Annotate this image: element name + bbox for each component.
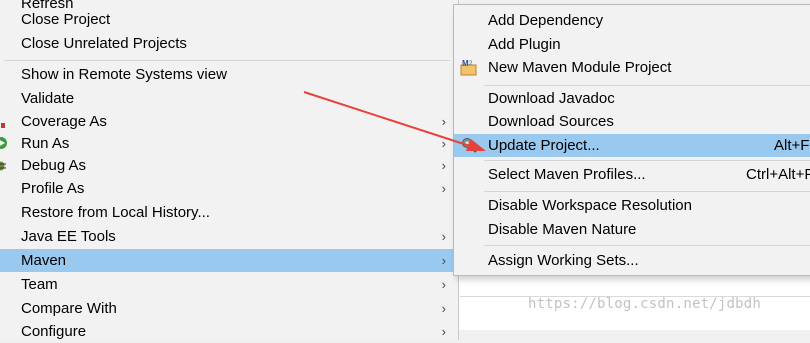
menu-item-configure[interactable]: Configure ›	[0, 320, 458, 343]
shortcut-label: Alt+F5	[774, 137, 810, 154]
menu-item-label: Compare With	[21, 300, 117, 317]
menu-item-profile-as[interactable]: Profile As ›	[0, 177, 458, 200]
watermark-text: https://blog.csdn.net/jdbdh	[528, 296, 761, 312]
project-context-menu: Refresh Close Project Close Unrelated Pr…	[0, 0, 459, 340]
menu-item-label: Run As	[21, 135, 70, 152]
menu-separator	[484, 191, 810, 192]
menu-item-compare-with[interactable]: Compare With ›	[0, 297, 458, 320]
menu-item-run-as[interactable]: Run As ›	[0, 132, 458, 155]
menu-item-label: Download Sources	[488, 113, 614, 130]
update-project-icon	[462, 138, 477, 153]
menu-item-label: Select Maven Profiles...	[488, 166, 646, 183]
menu-item-label: Maven	[21, 252, 67, 269]
submenu-item-disable-workspace-resolution[interactable]: Disable Workspace Resolution	[454, 194, 810, 217]
submenu-item-update-project[interactable]: Update Project... Alt+F5	[454, 134, 810, 157]
coverage-icon	[1, 123, 5, 128]
submenu-arrow-icon: ›	[441, 301, 446, 316]
menu-item-label: Team	[21, 276, 58, 293]
menu-item-label: Update Project...	[488, 137, 600, 154]
menu-item-java-ee-tools[interactable]: Java EE Tools ›	[0, 225, 458, 248]
submenu-arrow-icon: ›	[441, 277, 446, 292]
menu-item-label: Download Javadoc	[488, 90, 615, 107]
submenu-arrow-icon: ›	[441, 229, 446, 244]
menu-item-label: Coverage As	[21, 113, 107, 130]
submenu-item-add-plugin[interactable]: Add Plugin	[454, 33, 810, 56]
menu-item-restore-local-history[interactable]: Restore from Local History...	[0, 201, 458, 224]
menu-item-label: Restore from Local History...	[21, 204, 210, 221]
menu-item-show-in-remote-systems[interactable]: Show in Remote Systems view	[0, 63, 458, 86]
submenu-arrow-icon: ›	[441, 136, 446, 151]
menu-item-maven[interactable]: Maven ›	[0, 249, 458, 272]
menu-separator	[4, 60, 450, 61]
menu-item-label: Assign Working Sets...	[488, 252, 639, 269]
submenu-arrow-icon: ›	[441, 114, 446, 129]
menu-separator	[484, 160, 810, 161]
menu-item-label: Disable Workspace Resolution	[488, 197, 692, 214]
menu-separator	[484, 85, 810, 86]
menu-item-label: Show in Remote Systems view	[21, 66, 227, 83]
menu-item-label: Add Dependency	[488, 12, 604, 29]
submenu-item-assign-working-sets[interactable]: Assign Working Sets...	[454, 249, 810, 272]
maven-submenu: Add Dependency Add Plugin M 2 New Maven …	[453, 4, 810, 276]
menu-item-label: Validate	[21, 90, 75, 107]
menu-item-label: Java EE Tools	[21, 228, 116, 245]
submenu-item-download-sources[interactable]: Download Sources	[454, 110, 810, 133]
run-icon	[0, 137, 7, 149]
menu-item-label: Add Plugin	[488, 36, 561, 53]
debug-icon	[0, 161, 6, 171]
menu-item-label: Disable Maven Nature	[488, 221, 637, 238]
submenu-item-disable-maven-nature[interactable]: Disable Maven Nature	[454, 218, 810, 241]
menu-item-validate[interactable]: Validate	[0, 87, 458, 110]
menu-separator	[484, 245, 810, 246]
submenu-item-add-dependency[interactable]: Add Dependency	[454, 9, 810, 32]
shortcut-label: Ctrl+Alt+P	[746, 166, 810, 183]
menu-item-label: Configure	[21, 323, 87, 340]
menu-item-label: Close Unrelated Projects	[21, 35, 187, 52]
submenu-arrow-icon: ›	[441, 253, 446, 268]
submenu-arrow-icon: ›	[441, 181, 446, 196]
svg-text:M: M	[462, 59, 469, 68]
menu-item-label: Debug As	[21, 157, 87, 174]
submenu-item-download-javadoc[interactable]: Download Javadoc	[454, 87, 810, 110]
menu-item-team[interactable]: Team ›	[0, 273, 458, 296]
submenu-item-new-maven-module[interactable]: M 2 New Maven Module Project	[454, 56, 810, 79]
menu-item-label: Profile As	[21, 180, 85, 197]
submenu-arrow-icon: ›	[441, 324, 446, 339]
menu-item-label: New Maven Module Project	[488, 59, 672, 76]
menu-item-close-project[interactable]: Close Project	[0, 8, 458, 31]
menu-item-debug-as[interactable]: Debug As ›	[0, 154, 458, 177]
menu-item-coverage-as[interactable]: Coverage As ›	[0, 110, 458, 133]
submenu-item-select-maven-profiles[interactable]: Select Maven Profiles... Ctrl+Alt+P	[454, 163, 810, 186]
maven-module-icon: M 2	[460, 59, 477, 76]
submenu-arrow-icon: ›	[441, 158, 446, 173]
menu-item-close-unrelated-projects[interactable]: Close Unrelated Projects	[0, 32, 458, 55]
menu-item-label: Close Project	[21, 11, 111, 28]
